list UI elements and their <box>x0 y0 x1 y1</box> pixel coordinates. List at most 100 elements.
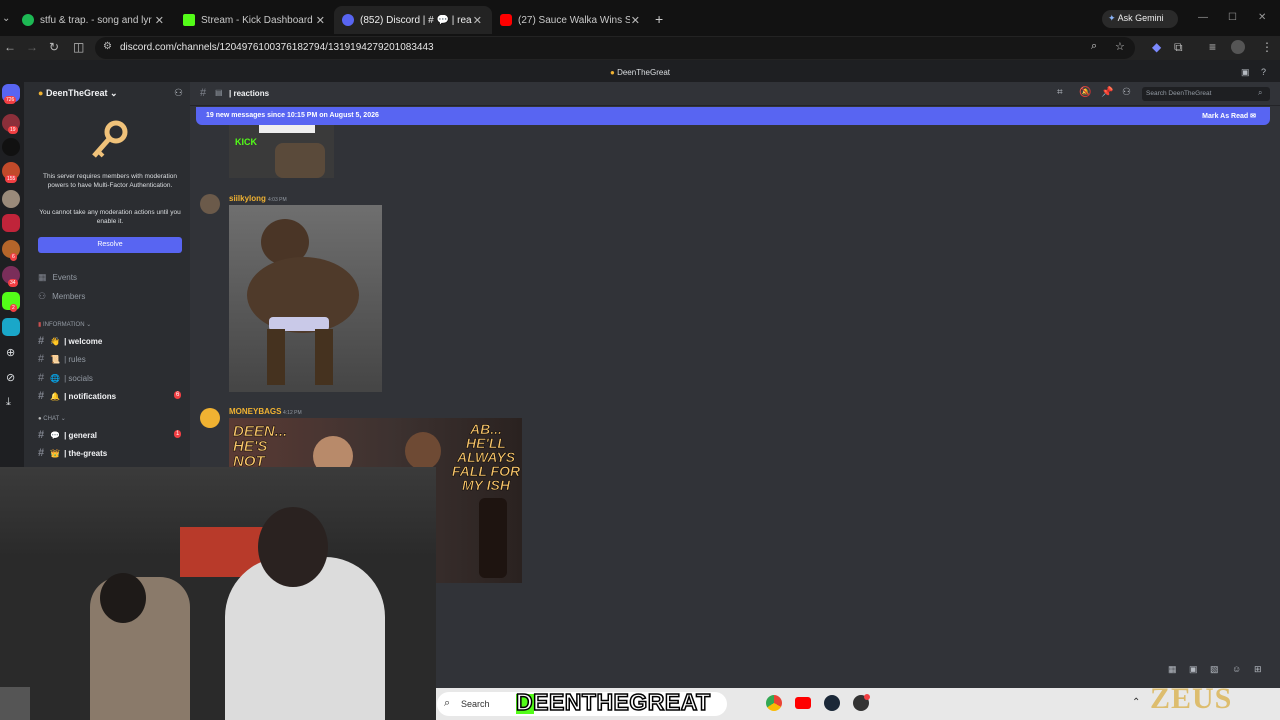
add-server-icon[interactable]: ⊕ <box>6 346 15 359</box>
mfa-warning: You cannot take any moderation actions u… <box>39 209 181 225</box>
mute-bell-icon[interactable]: 🔕 <box>1079 87 1091 98</box>
meme-text-right: AB... HE'LL ALWAYS FALL FOR MY ISH <box>451 421 521 493</box>
hash-icon: # <box>38 447 45 459</box>
streamer-name-overlay: DEENTHEGREAT <box>515 688 711 716</box>
pin-icon[interactable]: 📌 <box>1101 87 1113 98</box>
youtube-icon[interactable] <box>795 697 811 709</box>
bottle <box>479 498 507 578</box>
tab-label: stfu & trap. - song and lyrics by <box>40 14 152 26</box>
tab-label: Stream - Kick Dashboard <box>201 14 313 26</box>
forward-icon[interactable]: → <box>26 40 38 54</box>
tab-discord[interactable]: (852) Discord | # 💬 | reactions ✕ <box>334 6 492 34</box>
tab-youtube[interactable]: (27) Sauce Walka Wins Sparring ✕ <box>492 6 650 34</box>
search-placeholder: Search DeenTheGreat <box>1146 90 1212 97</box>
members-link[interactable]: ⚇ Members <box>38 291 85 302</box>
back-icon[interactable]: ← <box>4 40 16 54</box>
channel-notifications[interactable]: # 🔔 | notifications <box>38 390 116 402</box>
search-icon: ⌕ <box>444 697 451 709</box>
window-title: DeenTheGreat <box>617 68 670 77</box>
ask-gemini-button[interactable]: ✦ Ask Gemini <box>1102 10 1178 28</box>
channel-welcome[interactable]: # 👋 | welcome <box>38 335 102 347</box>
discover-icon[interactable]: ⊘ <box>6 371 15 384</box>
tab-spotify[interactable]: stfu & trap. - song and lyrics by ✕ <box>14 6 174 34</box>
menu-kebab-icon[interactable]: ⋮ <box>1261 40 1273 54</box>
help-icon[interactable]: ? <box>1261 67 1266 77</box>
badge: 19 <box>8 126 18 134</box>
channel-label: | welcome <box>64 336 103 346</box>
zoom-icon[interactable]: ⌕ <box>1091 40 1097 53</box>
tab-label: (852) Discord | # 💬 | reactions <box>360 14 472 26</box>
notification-dot <box>864 694 870 700</box>
category-chat[interactable]: ● CHAT ⌄ <box>38 415 66 422</box>
close-icon[interactable]: ✕ <box>155 14 164 27</box>
close-icon[interactable]: ✕ <box>473 14 482 27</box>
split-view-icon[interactable]: ◫ <box>73 40 84 54</box>
profile-avatar[interactable] <box>1231 40 1245 54</box>
server-name-button[interactable]: ● DeenTheGreat ⌄ <box>38 88 118 99</box>
channel-label: | socials <box>64 373 93 383</box>
invite-user-icon[interactable]: ⚇ <box>174 88 183 99</box>
kick-watermark: KICK <box>235 137 257 147</box>
youtube-icon <box>500 14 512 26</box>
message-timestamp: 4:12 PM <box>283 410 302 416</box>
discord-title-bar: ● DeenTheGreat ▣ ? <box>0 62 1280 82</box>
gemini-icon: ✦ <box>1108 13 1116 23</box>
attached-image[interactable] <box>229 205 382 392</box>
download-icon[interactable]: ⤓ <box>6 396 11 409</box>
message-author[interactable]: MONEYBAGS <box>229 407 281 416</box>
channel-general[interactable]: # 💬 | general <box>38 429 97 441</box>
server-icon[interactable] <box>2 318 20 336</box>
emoji-icon[interactable]: ☺ <box>1232 664 1241 674</box>
media-controls-icon[interactable]: ≡ <box>1209 40 1216 54</box>
site-info-icon[interactable]: ⚙ <box>103 41 112 52</box>
events-link[interactable]: ▦ Events <box>38 272 77 283</box>
zeus-watermark: ZEUS <box>1150 682 1233 715</box>
new-messages-text: 19 new messages since 10:15 PM on August… <box>206 112 379 119</box>
mark-as-read-button[interactable]: Mark As Read ✉ <box>1202 112 1256 120</box>
can <box>0 687 30 720</box>
gift-icon[interactable]: ▦ <box>1168 664 1177 675</box>
badge: 6 <box>10 253 17 261</box>
avatar[interactable] <box>200 194 220 214</box>
server-icon[interactable] <box>2 138 20 156</box>
tab-kick[interactable]: Stream - Kick Dashboard ✕ <box>175 6 335 34</box>
steam-icon[interactable] <box>824 695 840 711</box>
figure-leg <box>267 329 285 385</box>
apps-icon[interactable]: ⊞ <box>1254 664 1262 675</box>
chrome-icon[interactable] <box>766 695 782 711</box>
category-information[interactable]: ▮ INFORMATION ⌄ <box>38 321 91 328</box>
maximize-icon[interactable]: ☐ <box>1228 12 1237 23</box>
avatar[interactable] <box>200 408 220 428</box>
close-icon[interactable]: ✕ <box>316 14 325 27</box>
message-author[interactable]: siilkylong <box>229 194 266 203</box>
close-window-icon[interactable]: ✕ <box>1258 12 1266 23</box>
reload-icon[interactable]: ↻ <box>49 40 59 54</box>
spotify-icon <box>22 14 34 26</box>
extensions-puzzle-icon[interactable]: ⧉ <box>1174 40 1183 55</box>
server-icon[interactable] <box>2 214 20 232</box>
new-tab-button[interactable]: + <box>655 11 663 27</box>
bookmark-star-icon[interactable]: ☆ <box>1115 40 1125 53</box>
inbox-icon[interactable]: ▣ <box>1241 67 1250 78</box>
channel-rules[interactable]: # 📜 | rules <box>38 353 86 365</box>
search-input[interactable]: Search DeenTheGreat ⌕ <box>1142 87 1270 101</box>
minimize-icon[interactable]: — <box>1198 12 1208 23</box>
threads-icon[interactable]: ⌗ <box>1057 87 1063 98</box>
channel-socials[interactable]: # 🌐 | socials <box>38 372 93 384</box>
new-messages-bar[interactable]: 19 new messages since 10:15 PM on August… <box>196 107 1270 125</box>
server-icon[interactable] <box>2 190 20 208</box>
gif-icon[interactable]: ▣ <box>1189 664 1198 675</box>
member-list-icon[interactable]: ⚇ <box>1122 87 1131 98</box>
channel-emoji-icon: ▤ <box>215 88 223 97</box>
globe-emoji: 🌐 <box>50 373 61 383</box>
attached-image[interactable]: KICK <box>229 125 334 178</box>
tray-chevron-icon[interactable]: ⌃ <box>1132 697 1140 708</box>
close-icon[interactable]: ✕ <box>631 14 640 27</box>
webcam-overlay <box>0 467 436 720</box>
channel-the-greats[interactable]: # 👑 | the-greats <box>38 447 107 459</box>
resolve-button[interactable]: Resolve <box>38 237 182 253</box>
sticker-icon[interactable]: ▧ <box>1210 664 1219 675</box>
extension-icon[interactable]: ◆ <box>1152 40 1161 54</box>
url-bar[interactable]: ⚙ discord.com/channels/12049761003761827… <box>95 37 1135 59</box>
tab-search-chevron-icon[interactable]: ⌄ <box>2 13 10 24</box>
